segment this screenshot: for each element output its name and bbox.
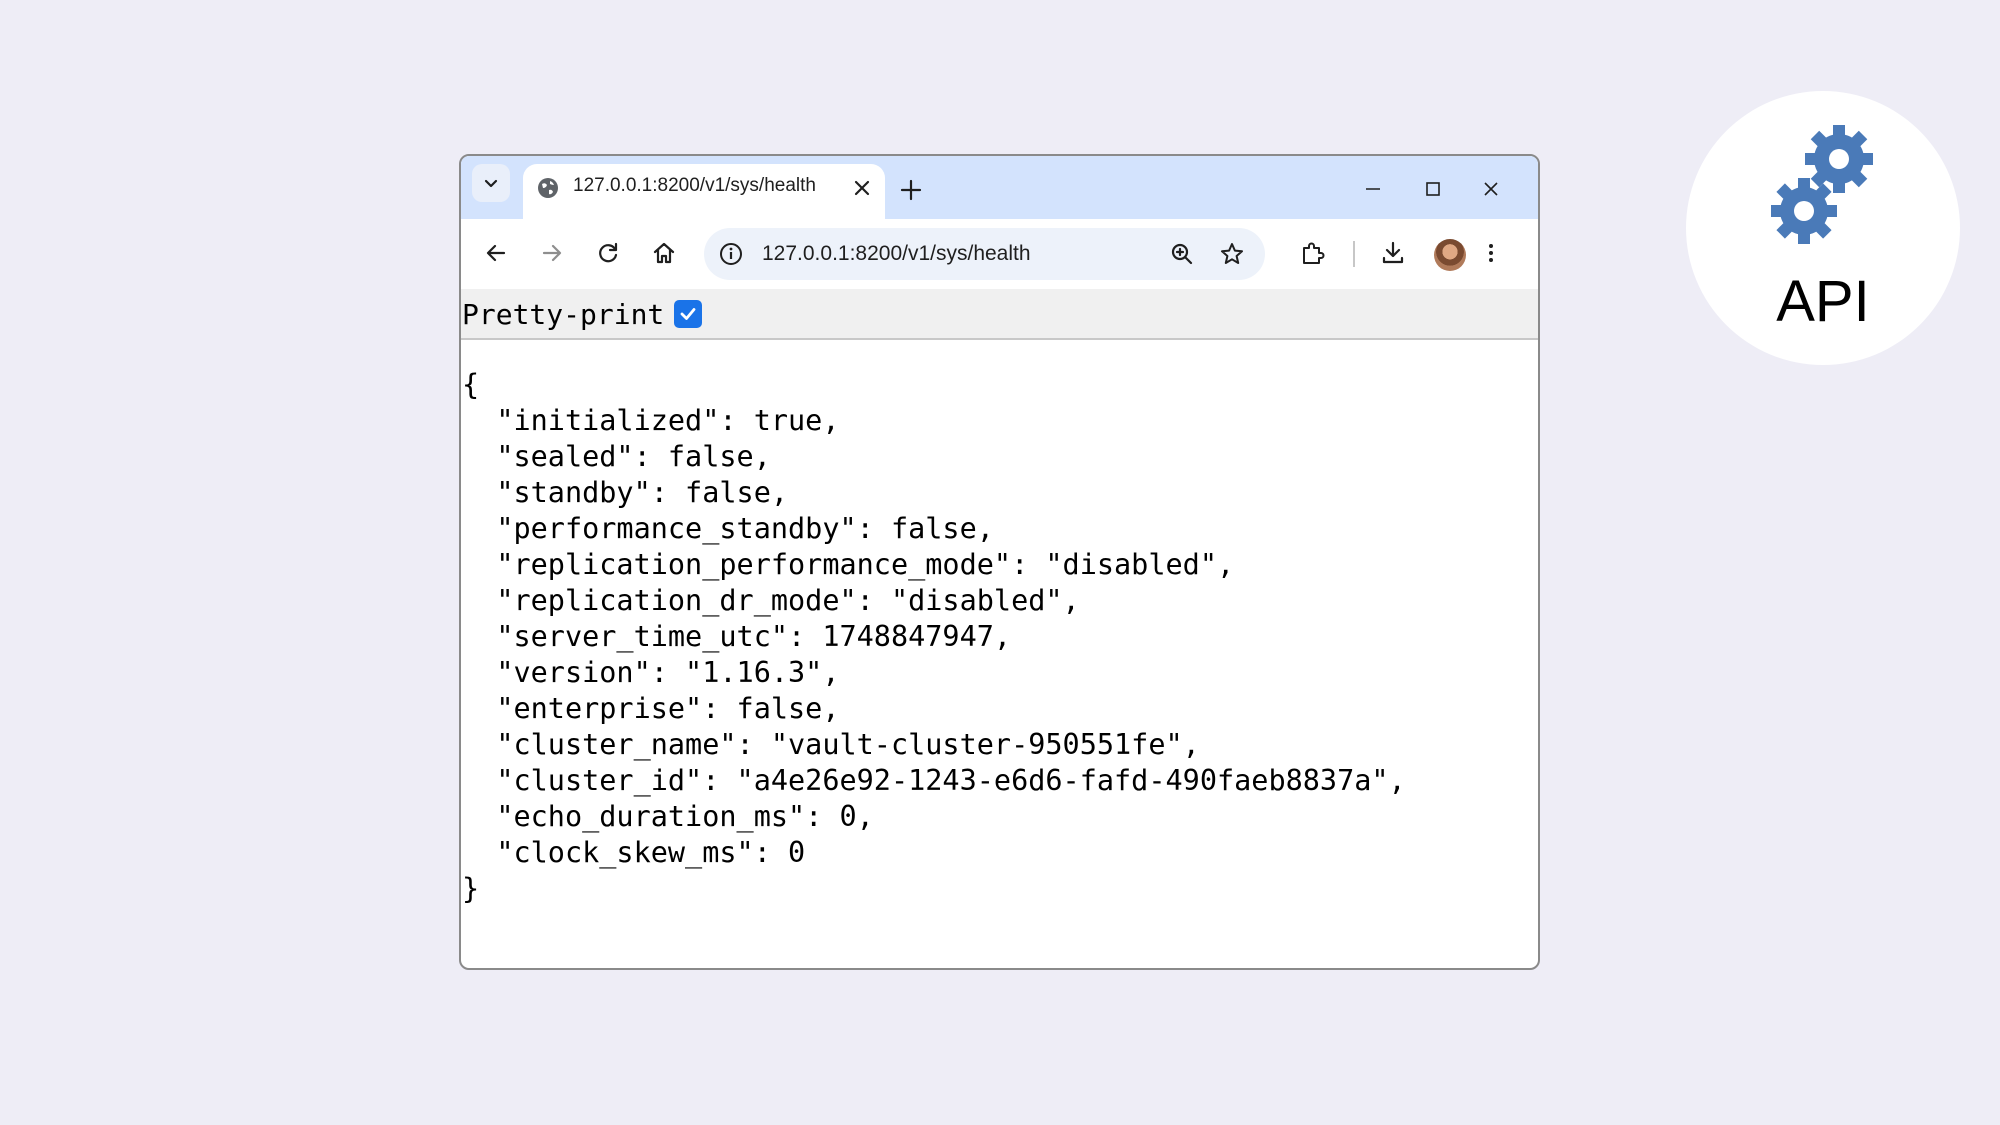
zoom-icon[interactable] <box>1169 241 1195 267</box>
json-line: "server_time_utc": 1748847947, <box>462 620 1012 653</box>
menu-button[interactable] <box>1476 238 1506 268</box>
json-line: "standby": false, <box>462 476 789 509</box>
json-line: "clock_skew_ms": 0 <box>462 836 806 869</box>
tab-strip: 127.0.0.1:8200/v1/sys/health <box>461 156 1538 219</box>
forward-button[interactable] <box>537 238 567 268</box>
maximize-button[interactable] <box>1418 174 1448 204</box>
minimize-button[interactable] <box>1358 174 1388 204</box>
maximize-icon <box>1426 182 1440 196</box>
url-text: 127.0.0.1:8200/v1/sys/health <box>762 242 1031 265</box>
json-line: "cluster_name": "vault-cluster-950551fe"… <box>462 728 1200 761</box>
browser-window: 127.0.0.1:8200/v1/sys/health 127.0.0.1:8… <box>459 154 1540 970</box>
json-line: "replication_performance_mode": "disable… <box>462 548 1235 581</box>
address-bar[interactable]: 127.0.0.1:8200/v1/sys/health <box>704 228 1265 280</box>
checkmark-icon <box>680 308 696 320</box>
chevron-down-icon <box>484 179 498 188</box>
toolbar-divider <box>1353 241 1355 267</box>
json-line: "cluster_id": "a4e26e92-1243-e6d6-fafd-4… <box>462 764 1406 797</box>
downloads-button[interactable] <box>1378 238 1408 268</box>
json-line: "enterprise": false, <box>462 692 840 725</box>
json-line: "replication_dr_mode": "disabled", <box>462 584 1080 617</box>
close-icon <box>1484 182 1498 196</box>
new-tab-icon[interactable] <box>897 176 925 204</box>
home-button[interactable] <box>649 238 679 268</box>
json-line: "version": "1.16.3", <box>462 656 840 689</box>
info-icon <box>720 243 742 265</box>
tab-search-button[interactable] <box>472 164 510 202</box>
json-line: "echo_duration_ms": 0, <box>462 800 874 833</box>
tab-active[interactable]: 127.0.0.1:8200/v1/sys/health <box>523 164 885 219</box>
more-vertical-icon <box>1489 244 1493 262</box>
back-button[interactable] <box>481 238 511 268</box>
reload-button[interactable] <box>593 238 623 268</box>
globe-icon <box>538 178 558 198</box>
json-line: "performance_standby": false, <box>462 512 994 545</box>
minimize-icon <box>1366 188 1380 190</box>
arrow-right-icon <box>542 244 562 262</box>
toolbar: 127.0.0.1:8200/v1/sys/health <box>461 219 1538 289</box>
profile-avatar[interactable] <box>1434 239 1466 271</box>
json-line: "initialized": true, <box>462 404 840 437</box>
gears-icon <box>1771 125 1873 244</box>
arrow-left-icon <box>486 244 506 262</box>
star-icon[interactable] <box>1219 241 1245 267</box>
tab-title: 127.0.0.1:8200/v1/sys/health <box>573 175 816 196</box>
home-icon <box>653 242 675 264</box>
json-content: { "initialized": true, "sealed": false, … <box>462 367 1406 907</box>
pretty-print-checkbox[interactable] <box>674 300 702 328</box>
api-label: API <box>1776 269 1870 334</box>
json-line: { <box>462 368 480 401</box>
download-icon <box>1382 241 1404 264</box>
json-line: } <box>462 872 480 905</box>
pretty-print-bar: Pretty-print <box>461 289 1538 340</box>
api-badge: API <box>1686 91 1960 365</box>
puzzle-icon <box>1303 242 1325 264</box>
close-icon[interactable] <box>850 176 874 200</box>
reload-icon <box>599 242 618 263</box>
json-line: "sealed": false, <box>462 440 771 473</box>
extensions-button[interactable] <box>1298 238 1328 268</box>
close-window-button[interactable] <box>1476 174 1506 204</box>
pretty-print-label: Pretty-print <box>462 298 665 331</box>
